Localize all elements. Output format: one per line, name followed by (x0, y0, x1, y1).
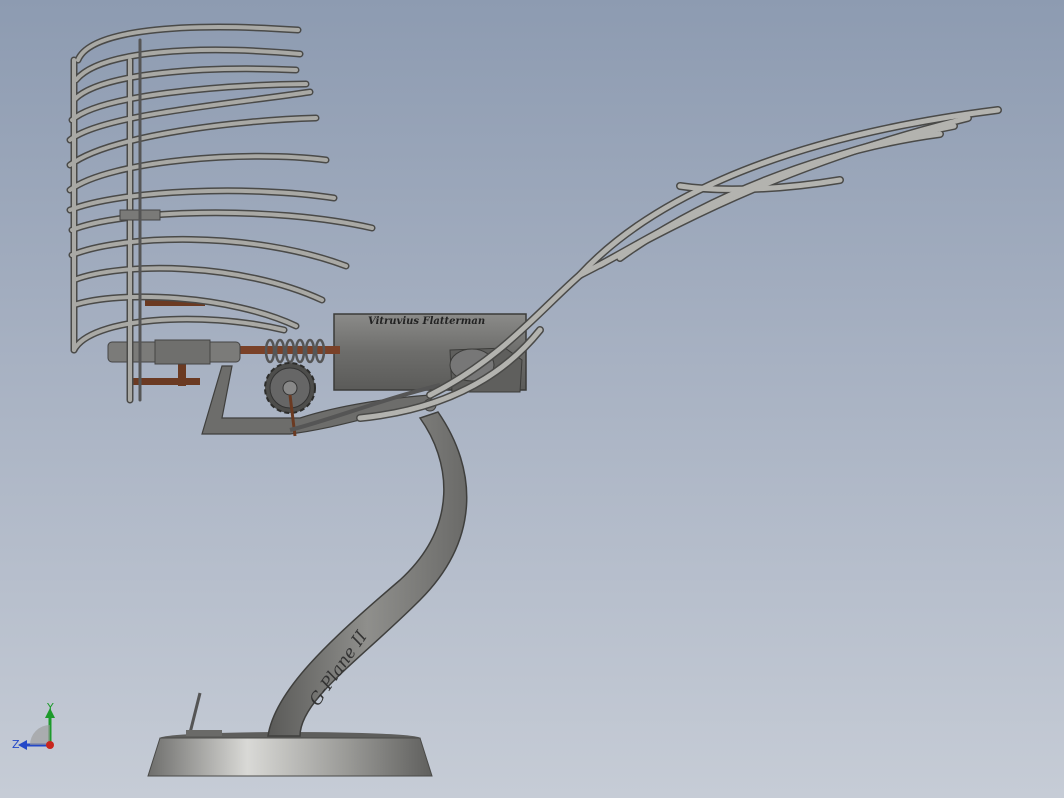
3d-viewport[interactable]: G-Plane II Vitruvius Flatterman Y Z (0, 0, 1064, 798)
worm-gear (264, 338, 326, 364)
y-axis-label: Y (46, 701, 54, 714)
model-view[interactable]: G-Plane II Vitruvius Flatterman Y Z (0, 0, 1064, 798)
base-plate (147, 732, 433, 777)
origin-icon (46, 741, 54, 749)
coordinate-triad: Y Z (12, 701, 55, 751)
z-axis-label: Z (12, 738, 20, 751)
housing-engraving: Vitruvius Flatterman (368, 316, 485, 327)
curved-stand: G-Plane II (267, 411, 468, 737)
switch-lever (186, 692, 222, 736)
